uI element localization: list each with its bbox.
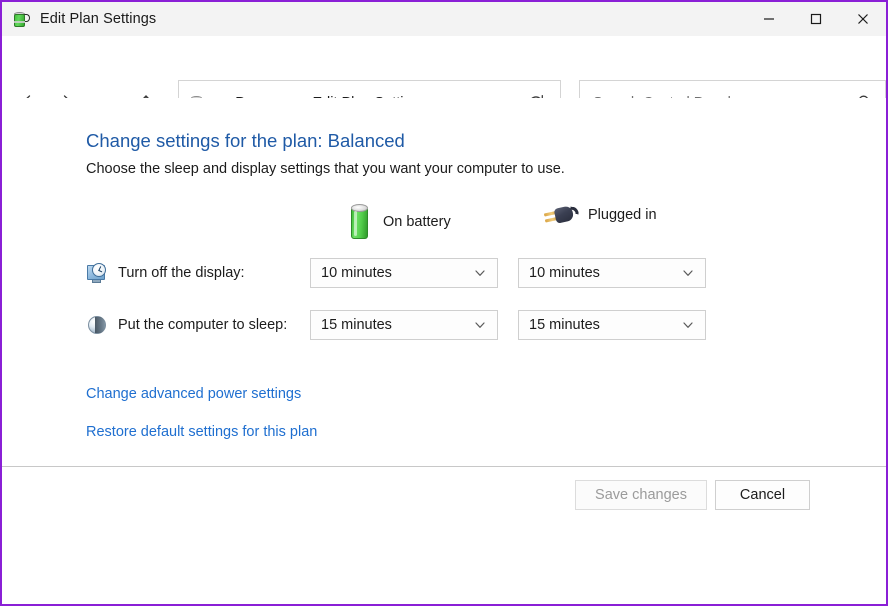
content-area: Change settings for the plan: Balanced C… bbox=[2, 98, 886, 467]
link-change-advanced-power-settings[interactable]: Change advanced power settings bbox=[86, 386, 301, 402]
link-restore-default-settings[interactable]: Restore default settings for this plan bbox=[86, 424, 317, 440]
footer-bar: Save changes Cancel bbox=[2, 467, 886, 604]
edit-plan-settings-window: Edit Plan Settings bbox=[0, 0, 888, 606]
dropdown-turn-off-display-plugged-in[interactable]: 10 minutes bbox=[518, 258, 706, 288]
minimize-button[interactable] bbox=[745, 2, 792, 36]
column-label-plugged-in: Plugged in bbox=[588, 207, 657, 223]
chevron-down-icon bbox=[681, 266, 695, 280]
setting-label-turn-off-display: Turn off the display: bbox=[118, 265, 245, 281]
power-plug-icon bbox=[542, 202, 578, 228]
display-clock-icon bbox=[86, 262, 108, 284]
title-bar: Edit Plan Settings bbox=[2, 2, 886, 36]
minimize-icon bbox=[763, 13, 775, 25]
page-title: Change settings for the plan: Balanced bbox=[86, 130, 405, 152]
power-plan-icon bbox=[11, 9, 31, 29]
maximize-button[interactable] bbox=[792, 2, 839, 36]
dropdown-sleep-plugged-in[interactable]: 15 minutes bbox=[518, 310, 706, 340]
window-title: Edit Plan Settings bbox=[40, 11, 156, 27]
column-header-on-battery: On battery bbox=[347, 202, 451, 242]
cancel-button[interactable]: Cancel bbox=[715, 480, 810, 510]
dropdown-sleep-on-battery[interactable]: 15 minutes bbox=[310, 310, 498, 340]
window-controls bbox=[745, 2, 886, 36]
dropdown-value: 10 minutes bbox=[529, 265, 600, 281]
sleep-moon-icon bbox=[86, 314, 108, 336]
column-header-plugged-in: Plugged in bbox=[542, 202, 657, 228]
maximize-icon bbox=[810, 13, 822, 25]
battery-icon bbox=[347, 202, 373, 242]
close-icon bbox=[857, 13, 869, 25]
setting-label-put-computer-to-sleep: Put the computer to sleep: bbox=[118, 317, 287, 333]
column-label-on-battery: On battery bbox=[383, 214, 451, 230]
close-button[interactable] bbox=[839, 2, 886, 36]
page-subtitle: Choose the sleep and display settings th… bbox=[86, 161, 565, 177]
dropdown-turn-off-display-on-battery[interactable]: 10 minutes bbox=[310, 258, 498, 288]
dropdown-value: 15 minutes bbox=[321, 317, 392, 333]
chevron-down-icon bbox=[681, 318, 695, 332]
navigation-bar: « Power ... › Edit Plan Settings bbox=[2, 36, 886, 98]
chevron-down-icon bbox=[473, 266, 487, 280]
save-changes-button[interactable]: Save changes bbox=[575, 480, 707, 510]
dropdown-value: 10 minutes bbox=[321, 265, 392, 281]
dropdown-value: 15 minutes bbox=[529, 317, 600, 333]
chevron-down-icon bbox=[473, 318, 487, 332]
